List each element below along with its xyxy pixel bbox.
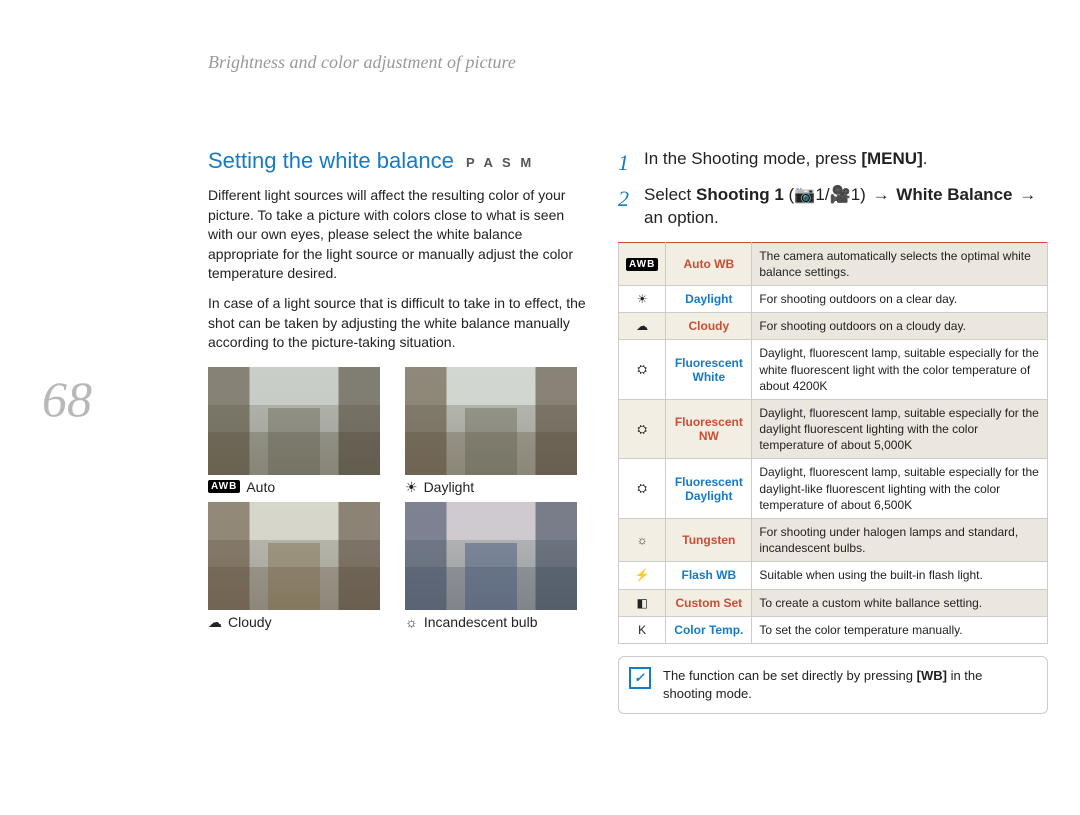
thumb-image-auto	[208, 367, 380, 475]
table-row: ⛭Fluorescent NWDaylight, fluorescent lam…	[619, 399, 1048, 459]
thumb-incandescent: ☼ Incandescent bulb	[405, 502, 588, 631]
wb-row-icon: ☁	[619, 313, 666, 340]
note-box: ✓ The function can be set directly by pr…	[618, 656, 1048, 714]
table-row: ⛭Fluorescent WhiteDaylight, fluorescent …	[619, 340, 1048, 400]
breadcrumb: Brightness and color adjustment of pictu…	[208, 52, 516, 73]
thumb-label-daylight: ☀ Daylight	[405, 479, 588, 496]
step-2-paren-close: )	[860, 185, 870, 204]
section-title-text: Setting the white balance	[208, 148, 454, 173]
awb-icon: AWB	[626, 258, 658, 271]
thumb-auto: AWB Auto	[208, 367, 391, 496]
wb-row-description: For shooting under halogen lamps and sta…	[752, 519, 1048, 562]
right-column: 1 In the Shooting mode, press [MENU]. 2 …	[618, 148, 1048, 714]
step-2-prefix: Select	[644, 185, 696, 204]
wb-row-name: Fluorescent White	[666, 340, 752, 400]
wb-row-name: Cloudy	[666, 313, 752, 340]
table-row: KColor Temp.To set the color temperature…	[619, 616, 1048, 643]
mode-badges: P A S M	[466, 155, 534, 170]
thumb-cloudy: ☁ Cloudy	[208, 502, 391, 631]
table-row: ☁CloudyFor shooting outdoors on a cloudy…	[619, 313, 1048, 340]
thumb-label-incandescent: ☼ Incandescent bulb	[405, 614, 588, 630]
wb-row-description: To set the color temperature manually.	[752, 616, 1048, 643]
wb-row-icon: K	[619, 616, 666, 643]
sample-thumbnails: AWB Auto ☀ Daylight ☁ Cloudy	[208, 367, 588, 631]
table-row: ⚡Flash WBSuitable when using the built-i…	[619, 562, 1048, 589]
step-1-prefix: In the Shooting mode, press	[644, 149, 861, 168]
section-title: Setting the white balance P A S M	[208, 148, 588, 174]
step-2-bold1: Shooting 1	[696, 185, 784, 204]
steps-list: 1 In the Shooting mode, press [MENU]. 2 …	[618, 148, 1048, 230]
page-number: 68	[42, 370, 92, 428]
step-2-text: Select Shooting 1 (📷1/🎥1) → White Balanc…	[644, 184, 1048, 230]
intro-paragraph-1: Different light sources will affect the …	[208, 186, 588, 284]
arrow-icon: →	[1017, 184, 1038, 207]
awb-icon: AWB	[208, 480, 240, 493]
thumb-image-cloudy	[208, 502, 380, 610]
wb-row-description: To create a custom white ballance settin…	[752, 589, 1048, 616]
wb-row-name: Color Temp.	[666, 616, 752, 643]
wb-row-icon: ☀	[619, 285, 666, 312]
step-2-bold2: White Balance	[892, 185, 1018, 204]
intro-paragraph-2: In case of a light source that is diffic…	[208, 294, 588, 353]
wb-row-description: Suitable when using the built-in flash l…	[752, 562, 1048, 589]
step-2: 2 Select Shooting 1 (📷1/🎥1) → White Bala…	[618, 184, 1048, 230]
thumb-image-daylight	[405, 367, 577, 475]
step-1-suffix: .	[923, 149, 928, 168]
wb-row-icon: ⚡	[619, 562, 666, 589]
thumb-image-incandescent	[405, 502, 577, 610]
table-row: ◧Custom SetTo create a custom white ball…	[619, 589, 1048, 616]
step-1-text: In the Shooting mode, press [MENU].	[644, 148, 1048, 178]
step-1: 1 In the Shooting mode, press [MENU].	[618, 148, 1048, 178]
thumb-label-incandescent-text: Incandescent bulb	[424, 614, 538, 630]
wb-row-name: Flash WB	[666, 562, 752, 589]
wb-row-icon: ☼	[619, 519, 666, 562]
note-icon: ✓	[629, 667, 651, 689]
step-1-number: 1	[618, 148, 634, 178]
note-bold: [WB]	[917, 668, 947, 683]
wb-row-name: Auto WB	[666, 242, 752, 285]
table-row: ☀DaylightFor shooting outdoors on a clea…	[619, 285, 1048, 312]
wb-row-icon: ⛭	[619, 399, 666, 459]
thumb-label-cloudy: ☁ Cloudy	[208, 614, 391, 631]
note-text-prefix: The function can be set directly by pres…	[663, 668, 917, 683]
content-area: Setting the white balance P A S M Differ…	[208, 148, 1048, 714]
left-column: Setting the white balance P A S M Differ…	[208, 148, 588, 714]
wb-row-description: Daylight, fluorescent lamp, suitable esp…	[752, 399, 1048, 459]
camera-icon: 📷1/🎥1	[794, 185, 860, 204]
table-row: ☼TungstenFor shooting under halogen lamp…	[619, 519, 1048, 562]
wb-row-description: For shooting outdoors on a clear day.	[752, 285, 1048, 312]
wb-row-icon: ⛭	[619, 340, 666, 400]
wb-row-icon: AWB	[619, 242, 666, 285]
thumb-daylight: ☀ Daylight	[405, 367, 588, 496]
thumb-label-auto: AWB Auto	[208, 479, 391, 495]
wb-row-icon: ⛭	[619, 459, 666, 519]
wb-row-name: Daylight	[666, 285, 752, 312]
white-balance-table: AWB Auto WBThe camera automatically selec…	[618, 242, 1048, 644]
thumb-label-daylight-text: Daylight	[424, 479, 475, 495]
cloud-icon: ☁	[208, 614, 222, 631]
step-2-suffix: an option.	[644, 208, 719, 227]
wb-row-name: Custom Set	[666, 589, 752, 616]
wb-row-name: Tungsten	[666, 519, 752, 562]
wb-row-description: Daylight, fluorescent lamp, suitable esp…	[752, 340, 1048, 400]
sun-icon: ☀	[405, 479, 418, 496]
table-row: AWB Auto WBThe camera automatically selec…	[619, 242, 1048, 285]
table-row: ⛭Fluorescent DaylightDaylight, fluoresce…	[619, 459, 1048, 519]
step-1-bold: [MENU]	[861, 149, 922, 168]
thumb-label-cloudy-text: Cloudy	[228, 614, 272, 630]
step-2-paren-open: (	[784, 185, 794, 204]
bulb-icon: ☼	[405, 614, 418, 630]
arrow-icon: →	[871, 184, 892, 207]
wb-row-name: Fluorescent NW	[666, 399, 752, 459]
wb-row-description: Daylight, fluorescent lamp, suitable esp…	[752, 459, 1048, 519]
wb-row-icon: ◧	[619, 589, 666, 616]
wb-row-description: The camera automatically selects the opt…	[752, 242, 1048, 285]
thumb-label-auto-text: Auto	[246, 479, 275, 495]
wb-row-description: For shooting outdoors on a cloudy day.	[752, 313, 1048, 340]
wb-row-name: Fluorescent Daylight	[666, 459, 752, 519]
step-2-number: 2	[618, 184, 634, 230]
